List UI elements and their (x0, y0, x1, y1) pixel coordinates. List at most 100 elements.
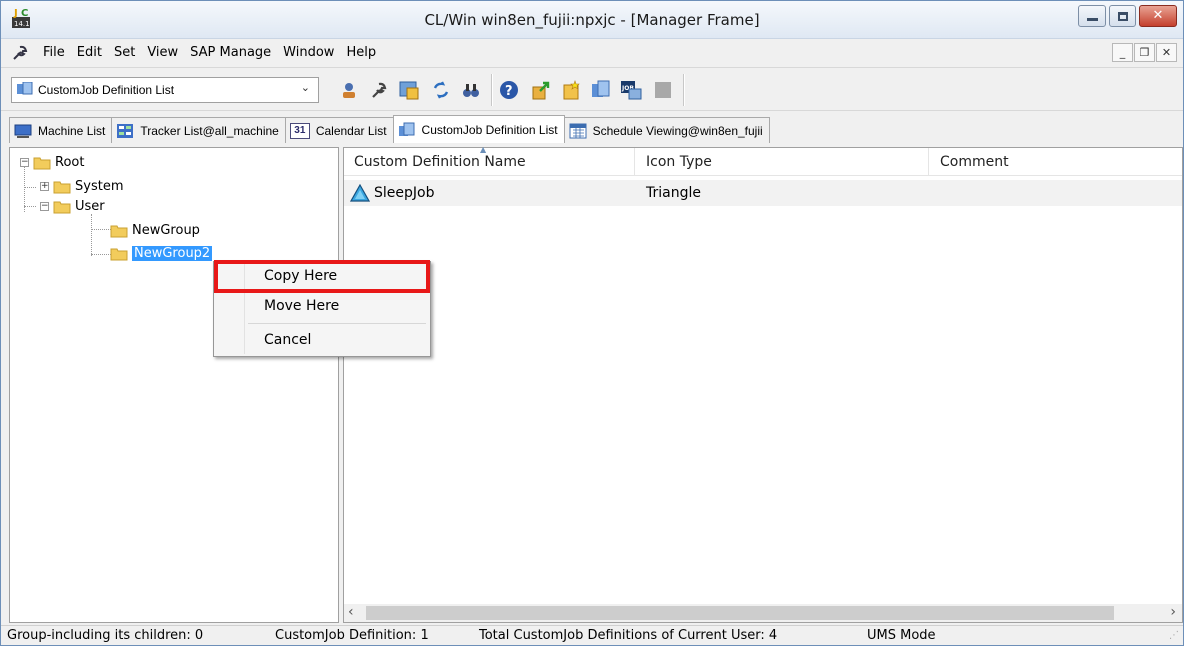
export-icon[interactable] (529, 78, 553, 102)
customjob-list[interactable]: Custom Definition Name ▲ Icon Type Comme… (343, 145, 1183, 623)
job-icon[interactable]: JOB (619, 78, 643, 102)
binoculars-icon[interactable] (459, 78, 483, 102)
mdi-minimize-button[interactable]: _ (1112, 43, 1133, 62)
group-tree[interactable]: − Root + System − User NewGroup NewGroup… (9, 147, 339, 623)
help-icon[interactable]: ? (497, 78, 521, 102)
folder-icon (110, 225, 128, 238)
svg-text:?: ? (505, 84, 513, 99)
picture-icon[interactable] (397, 78, 421, 102)
menu-edit[interactable]: Edit (71, 45, 108, 60)
mdi-restore-button[interactable]: ❐ (1134, 43, 1155, 62)
toolbar-separator (683, 74, 685, 106)
tree-connector (91, 214, 92, 256)
tree-connector (24, 187, 36, 188)
mdi-close-button[interactable]: ✕ (1156, 43, 1177, 62)
view-tabs: Machine List Tracker List@all_machine 31… (9, 115, 770, 143)
triangle-icon (350, 184, 370, 202)
menu-window[interactable]: Window (277, 45, 340, 60)
menu-item-move-here[interactable]: Move Here (218, 294, 428, 318)
tab-schedule-viewing[interactable]: Schedule Viewing@win8en_fujii (563, 117, 770, 143)
column-header-icon-type[interactable]: Icon Type (646, 154, 712, 170)
menu-view[interactable]: View (141, 45, 184, 60)
window-title: CL/Win win8en_fujii:npxjc - [Manager Fra… (424, 11, 760, 29)
stop-icon[interactable] (651, 78, 675, 102)
user-icon[interactable] (337, 78, 361, 102)
table-row[interactable]: SleepJob Triangle (344, 180, 1182, 206)
column-header-name[interactable]: Custom Definition Name (354, 154, 526, 170)
resize-grip-icon[interactable]: ⋰ (1169, 630, 1179, 641)
menu-item-cancel[interactable]: Cancel (218, 328, 428, 352)
refresh-icon[interactable] (429, 78, 453, 102)
tab-machine-list[interactable]: Machine List (9, 117, 113, 143)
tab-tracker-list[interactable]: Tracker List@all_machine (111, 117, 286, 143)
folder-open-icon (53, 201, 71, 214)
chevron-down-icon[interactable]: ⌄ (301, 81, 310, 94)
customjob-icon (17, 82, 33, 95)
column-header-comment[interactable]: Comment (940, 154, 1009, 170)
status-total-count: Total CustomJob Definitions of Current U… (479, 628, 778, 643)
view-selector-combo[interactable]: CustomJob Definition List ⌄ (11, 77, 319, 103)
status-customjob-count: CustomJob Definition: 1 (275, 628, 429, 643)
toolbar-separator (491, 74, 493, 106)
maximize-button[interactable] (1109, 5, 1136, 27)
new-icon[interactable] (559, 78, 583, 102)
status-bar: Group-including its children: 0 CustomJo… (1, 625, 1183, 645)
customjob-tool-icon[interactable] (589, 78, 613, 102)
scroll-left-icon[interactable]: ‹ (348, 604, 354, 620)
cell-icon-type: Triangle (646, 185, 701, 201)
column-separator[interactable] (634, 148, 635, 176)
sort-ascending-icon: ▲ (480, 145, 487, 154)
tree-connector (91, 254, 111, 255)
tab-label: Tracker List@all_machine (140, 123, 279, 138)
tree-label: User (75, 198, 105, 214)
list-header: Custom Definition Name ▲ Icon Type Comme… (344, 145, 1182, 176)
menu-help[interactable]: Help (340, 45, 382, 60)
tab-label: Machine List (38, 123, 106, 138)
minimize-icon (1087, 18, 1098, 21)
tree-node-root[interactable]: − Root (20, 152, 84, 172)
collapse-icon[interactable]: − (20, 157, 29, 167)
tree-label: Root (55, 154, 85, 170)
tab-label: CustomJob Definition List (421, 122, 558, 137)
tab-calendar-list[interactable]: 31 Calendar List (284, 117, 394, 143)
tree-node-newgroup[interactable]: NewGroup (110, 220, 200, 240)
annotation-highlight-box (214, 260, 430, 293)
status-group-count: Group-including its children: 0 (7, 628, 204, 643)
close-button[interactable]: ✕ (1139, 5, 1177, 27)
minimize-button[interactable] (1078, 5, 1106, 27)
wrench-icon (11, 44, 29, 66)
menu-sap-manage[interactable]: SAP Manage (184, 45, 277, 60)
folder-icon (53, 181, 71, 194)
title-bar: J C 14.1 CL/Win win8en_fujii:npxjc - [Ma… (1, 1, 1183, 39)
tree-connector (91, 229, 111, 230)
folder-icon (110, 248, 128, 261)
maximize-icon (1118, 12, 1128, 21)
toolbar: CustomJob Definition List ⌄ ? JOB (1, 67, 1183, 111)
status-mode: UMS Mode (867, 628, 936, 643)
column-separator[interactable] (928, 148, 929, 176)
scrollbar-thumb[interactable] (366, 606, 1114, 620)
wrench-tool-icon[interactable] (367, 78, 391, 102)
tree-label: NewGroup (132, 222, 200, 238)
main-window: J C 14.1 CL/Win win8en_fujii:npxjc - [Ma… (0, 0, 1184, 646)
view-selector-value: CustomJob Definition List (38, 83, 175, 97)
scroll-right-icon[interactable]: › (1170, 604, 1176, 620)
tree-node-system[interactable]: + System (40, 176, 123, 196)
menu-set[interactable]: Set (108, 45, 141, 60)
close-icon: ✕ (1152, 8, 1164, 23)
folder-icon (33, 157, 51, 170)
tree-node-newgroup2[interactable]: NewGroup2 (110, 243, 213, 263)
tab-customjob-definition-list[interactable]: CustomJob Definition List (392, 115, 565, 143)
tree-node-user[interactable]: − User (40, 196, 105, 216)
calendar-icon: 31 (289, 122, 310, 139)
tree-connector (24, 206, 36, 207)
horizontal-scrollbar[interactable]: ‹ › (344, 604, 1182, 622)
menu-separator (248, 323, 426, 324)
menu-file[interactable]: File (37, 45, 71, 60)
tab-label: Schedule Viewing@win8en_fujii (592, 123, 763, 138)
collapse-icon[interactable]: − (40, 201, 49, 211)
schedule-icon (569, 123, 587, 138)
tree-label: System (75, 178, 124, 194)
expand-icon[interactable]: + (40, 181, 49, 191)
tree-label-selected: NewGroup2 (132, 245, 213, 261)
